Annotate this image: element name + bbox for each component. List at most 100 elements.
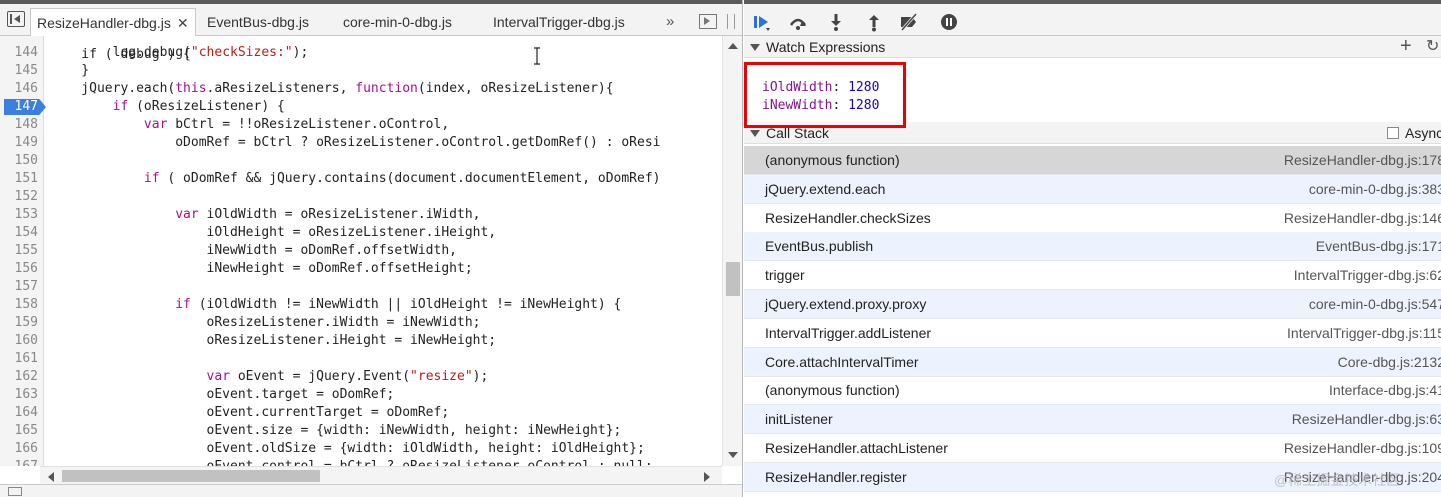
code-text: if (iOldWidth != iNewWidth || iOldHeight… <box>175 297 622 312</box>
line-number[interactable]: 163 <box>0 386 38 404</box>
refresh-icon[interactable]: ↻ <box>1426 36 1439 58</box>
call-frame[interactable]: jQuery.extend.each core-min-0-dbg.js:383 <box>744 174 1441 204</box>
call-frame[interactable]: Core.attachIntervalTimer Core-dbg.js:2132 <box>744 347 1441 377</box>
call-frame[interactable]: IntervalTrigger.addListener IntervalTrigg… <box>744 319 1441 348</box>
frame-location[interactable]: ResizeHandler-dbg.js:146 <box>1284 204 1441 232</box>
line-number[interactable]: 153 <box>0 206 38 224</box>
tab-label: IntervalTrigger-dbg.js <box>493 14 625 30</box>
code-line: 152 <box>0 188 722 206</box>
code-text: oEvent.target = oDomRef; <box>50 387 395 402</box>
code-line: 149 oDomRef = bCtrl ? oResizeListener.oC… <box>0 134 722 152</box>
frame-location[interactable]: Core-dbg.js:2132 <box>1338 348 1441 376</box>
line-number[interactable]: 157 <box>0 278 38 296</box>
code-line: 164 oEvent.currentTarget = oDomRef; <box>0 404 722 422</box>
frame-function: ResizeHandler.register <box>765 468 907 485</box>
toggle-navigator-icon[interactable] <box>7 11 25 27</box>
line-number[interactable]: 144 <box>0 44 38 62</box>
line-number[interactable]: 151 <box>0 170 38 188</box>
resume-icon[interactable] <box>752 12 772 32</box>
line-number[interactable]: 159 <box>0 314 38 332</box>
line-number[interactable]: 158 <box>0 296 38 314</box>
frame-location[interactable]: core-min-0-dbg.js:547 <box>1309 290 1441 318</box>
code-line: 160 oResizeListener.iHeight = iNewHeight… <box>0 332 722 350</box>
tab-intervaltrigger[interactable]: IntervalTrigger-dbg.js <box>493 8 625 36</box>
deactivate-breakpoints-icon[interactable] <box>899 12 919 32</box>
vertical-scrollbar[interactable] <box>722 36 742 466</box>
step-into-icon[interactable] <box>826 12 846 32</box>
frame-location[interactable]: IntervalTrigger-dbg.js:115 <box>1287 319 1441 347</box>
call-frame[interactable]: (anonymous function) ResizeHandler-dbg.js… <box>744 146 1441 175</box>
code-line: 147 if (oResizeListener) { <box>0 98 722 116</box>
scroll-down-icon[interactable] <box>728 452 738 458</box>
code-line: 155 iNewWidth = oDomRef.offsetWidth, <box>0 242 722 260</box>
line-number[interactable]: 165 <box>0 422 38 440</box>
line-number[interactable]: 150 <box>0 152 38 170</box>
async-checkbox[interactable]: Async <box>1387 122 1441 144</box>
code-line: 148 var bCtrl = !!oResizeListener.oContr… <box>0 116 722 134</box>
call-frame[interactable]: jQuery.extend.proxy.proxy core-min-0-dbg.… <box>744 290 1441 319</box>
pause-on-exceptions-icon[interactable] <box>939 12 959 32</box>
scroll-thumb[interactable] <box>62 470 320 482</box>
code-text: iOldHeight = oResizeListener.iHeight, <box>50 225 497 240</box>
close-icon[interactable]: ✕ <box>177 15 189 31</box>
line-number[interactable]: 162 <box>0 368 38 386</box>
expand-triangle-icon <box>750 130 760 137</box>
line-number[interactable]: 146 <box>0 80 38 98</box>
frame-location[interactable]: Interface-dbg.js:41 <box>1329 376 1441 404</box>
call-frame[interactable]: trigger IntervalTrigger-dbg.js:62 <box>744 261 1441 291</box>
code-text: oEvent.currentTarget = oDomRef; <box>50 405 450 420</box>
line-number[interactable]: 156 <box>0 260 38 278</box>
line-number[interactable]: 149 <box>0 134 38 152</box>
line-number[interactable]: 154 <box>0 224 38 242</box>
highlight-annotation <box>744 62 906 128</box>
code-line: 154 iOldHeight = oResizeListener.iHeight… <box>0 224 722 242</box>
scroll-up-icon[interactable] <box>728 43 738 49</box>
frame-location[interactable]: IntervalTrigger-dbg.js:62 <box>1294 261 1441 289</box>
code-line: 153 var iOldWidth = oResizeListener.iWid… <box>0 206 722 224</box>
line-number[interactable]: 148 <box>0 116 38 134</box>
tab-label: EventBus-dbg.js <box>207 14 309 30</box>
code-line: 156 iNewHeight = oDomRef.offsetHeight; <box>0 260 722 278</box>
tab-overflow-icon[interactable]: » <box>666 8 674 36</box>
add-icon[interactable]: + <box>1400 36 1412 56</box>
call-frame[interactable]: initListener ResizeHandler-dbg.js:63 <box>744 405 1441 435</box>
tab-resizehandler[interactable]: ResizeHandler-dbg.js ✕ <box>30 8 196 36</box>
watch-title: Watch Expressions <box>766 39 886 55</box>
line-number[interactable]: 145 <box>0 62 38 80</box>
tab-core-min[interactable]: core-min-0-dbg.js <box>343 8 452 36</box>
checkbox-icon[interactable] <box>1387 127 1399 139</box>
frame-location[interactable]: ResizeHandler-dbg.js:109 <box>1284 434 1441 462</box>
toggle-debugger-icon[interactable] <box>699 14 717 29</box>
line-number[interactable]: 147 <box>0 98 38 116</box>
scroll-left-icon[interactable] <box>48 472 54 482</box>
line-number[interactable]: 161 <box>0 350 38 368</box>
text-cursor-icon <box>534 47 540 65</box>
line-number[interactable]: 166 <box>0 440 38 458</box>
code-line: 163 oEvent.target = oDomRef; <box>0 386 722 404</box>
frame-function: ResizeHandler.checkSizes <box>765 209 931 226</box>
code-editor[interactable]: if ( debug ) { 144 log.debug("checkSizes… <box>0 36 722 466</box>
watch-expressions-header[interactable]: Watch Expressions + ↻ <box>744 36 1441 58</box>
frame-location[interactable]: core-min-0-dbg.js:383 <box>1309 175 1441 203</box>
frame-location[interactable]: ResizeHandler-dbg.js:63 <box>1292 405 1441 433</box>
step-over-icon[interactable] <box>788 12 808 32</box>
tab-eventbus[interactable]: EventBus-dbg.js <box>207 8 309 36</box>
call-frame[interactable]: EventBus.publish EventBus-dbg.js:171 <box>744 232 1441 262</box>
horizontal-scrollbar[interactable] <box>40 466 722 484</box>
call-frame[interactable]: ResizeHandler.attachListener ResizeHandle… <box>744 434 1441 463</box>
call-frame[interactable]: (anonymous function) Interface-dbg.js:41 <box>744 376 1441 406</box>
line-number[interactable]: 167 <box>0 458 38 466</box>
line-number[interactable]: 152 <box>0 188 38 206</box>
scroll-thumb[interactable] <box>726 262 740 296</box>
frame-location[interactable]: ResizeHandler-dbg.js:178 <box>1284 146 1441 174</box>
line-number[interactable]: 155 <box>0 242 38 260</box>
scroll-right-icon[interactable] <box>704 472 710 482</box>
call-frame[interactable]: ResizeHandler.checkSizes ResizeHandler-db… <box>744 204 1441 233</box>
frame-location[interactable]: EventBus-dbg.js:171 <box>1316 232 1441 260</box>
step-out-icon[interactable] <box>864 12 884 32</box>
line-number[interactable]: 160 <box>0 332 38 350</box>
frame-function: (anonymous function) <box>765 382 900 399</box>
line-number[interactable]: 164 <box>0 404 38 422</box>
pretty-print-icon[interactable] <box>8 487 22 496</box>
frame-function: IntervalTrigger.addListener <box>765 324 932 341</box>
